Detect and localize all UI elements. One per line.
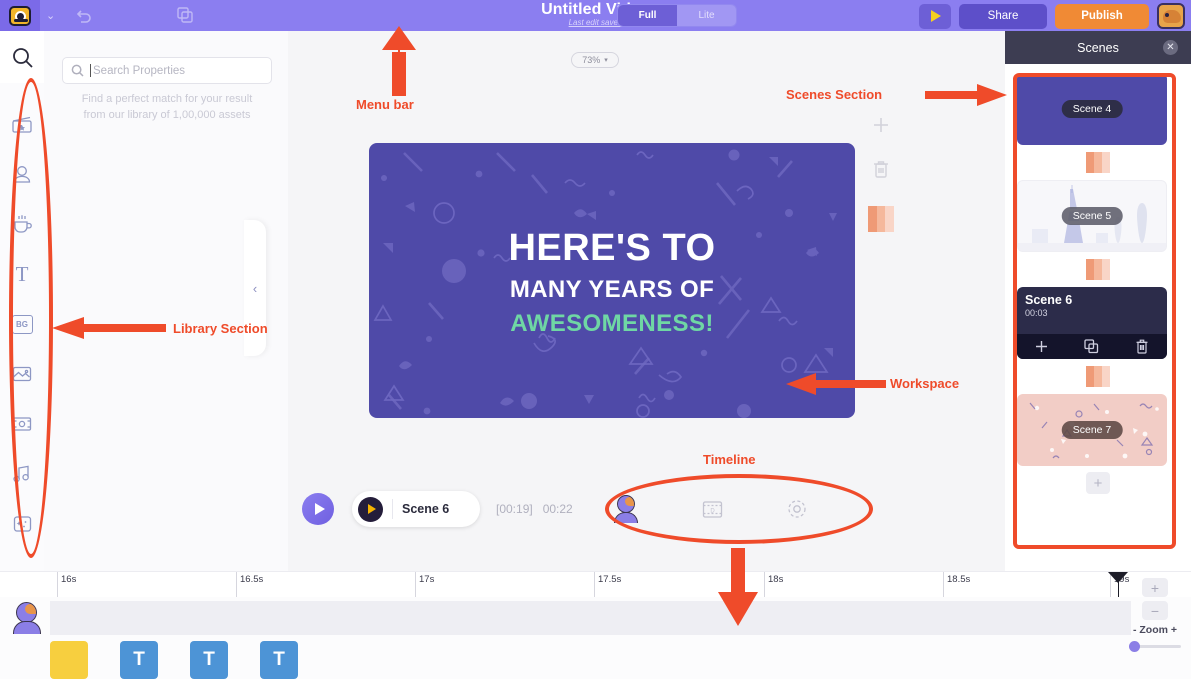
ruler-tick-label: 17.5s — [598, 574, 622, 585]
timeline-clip[interactable] — [50, 641, 88, 679]
canvas-line-2: MANY YEARS OF — [509, 276, 715, 303]
close-icon[interactable]: ✕ — [1163, 40, 1178, 55]
undo-button[interactable] — [55, 0, 111, 31]
annotation-box-scenes — [1013, 73, 1176, 549]
chevron-down-icon[interactable]: ⌄ — [46, 9, 55, 22]
annotation-arrow-timeline — [718, 548, 758, 626]
annotation-timeline: Timeline — [703, 452, 756, 467]
annotation-ellipse-timeline — [605, 474, 873, 544]
ruler-tick-label: 16s — [61, 574, 77, 585]
zoom-plus-label[interactable]: + — [1171, 624, 1177, 636]
timeline-play-button[interactable] — [302, 493, 334, 525]
preview-button[interactable] — [919, 3, 951, 29]
library-hint-line1: Find a perfect match for your result — [81, 93, 253, 105]
zoom-slider[interactable] — [1129, 641, 1181, 652]
timeline-current-time: [00:19] — [496, 502, 533, 516]
ruler-tick-label: 17s — [419, 574, 435, 585]
current-scene-label: Scene 6 — [392, 499, 449, 519]
zoom-label: Zoom — [1139, 624, 1168, 636]
ruler-tick: 18s — [764, 572, 783, 598]
app-header: ⌄ Untitled Video Last edit saved Full Li… — [0, 0, 1191, 31]
chevron-down-icon: ▾ — [604, 57, 608, 64]
timeline-clip[interactable]: T — [190, 641, 228, 679]
zoom-minus-label[interactable]: - — [1133, 624, 1137, 636]
canvas-line-1: HERE'S TO — [508, 227, 716, 269]
ruler-tick: 16.5s — [236, 572, 263, 598]
add-icon[interactable] — [873, 117, 889, 133]
track-lane[interactable] — [50, 601, 1131, 635]
search-icon — [12, 47, 33, 68]
swatch-a — [868, 206, 877, 232]
color-swatch[interactable] — [868, 206, 895, 232]
annotation-scenes-section: Scenes Section — [786, 87, 883, 102]
track-character-avatar[interactable] — [12, 602, 42, 634]
search-properties-box[interactable]: Search Properties — [62, 57, 272, 84]
timeline-ruler[interactable]: 16s 16.5s 17s 17.5s 18s 18.5s 19s — [0, 571, 1191, 679]
play-icon — [314, 503, 325, 515]
sidebar-item-search[interactable] — [0, 31, 44, 83]
timeline-total-time: 00:22 — [542, 502, 573, 516]
library-hint: Find a perfect match for your result fro… — [62, 91, 272, 123]
publish-button[interactable]: Publish — [1055, 3, 1149, 29]
canvas-line-3: AWESOMENESS! — [510, 310, 714, 337]
search-input[interactable]: Search Properties — [93, 65, 185, 77]
share-button[interactable]: Share — [959, 3, 1047, 29]
timeline-tracks: T T T — [0, 597, 1191, 679]
swatch-c — [885, 206, 895, 232]
header-actions: Share Publish — [919, 3, 1185, 29]
brand-icon — [9, 5, 31, 26]
zoom-level-value: 73% — [582, 55, 601, 65]
ruler-tick-label: 18.5s — [947, 574, 971, 585]
swatch-b — [876, 206, 886, 232]
library-hint-line2: from our library of 1,00,000 assets — [83, 109, 251, 121]
text-cursor — [90, 64, 91, 77]
current-scene-pill[interactable]: Scene 6 — [352, 491, 480, 527]
duplicate-button[interactable] — [157, 0, 213, 31]
annotation-workspace: Workspace — [890, 376, 960, 391]
ruler-tick: 17s — [415, 572, 434, 598]
annotation-arrow-menu-bar — [382, 26, 416, 96]
mode-lite-tab[interactable]: Lite — [677, 5, 736, 26]
mode-toggle[interactable]: Full Lite — [617, 4, 737, 27]
app-logo[interactable] — [0, 0, 40, 31]
annotation-arrow-library — [52, 317, 166, 339]
ruler-tick-label: 18s — [768, 574, 784, 585]
scene-play-button[interactable] — [358, 496, 383, 522]
annotation-library-section: Library Section — [173, 321, 268, 336]
timeline-zoom-controls: + − - Zoom + — [1125, 578, 1185, 652]
timeline-clip[interactable]: T — [120, 641, 158, 679]
avatar[interactable] — [1157, 3, 1185, 29]
scenes-header: Scenes ✕ — [1005, 31, 1191, 64]
play-icon — [931, 10, 941, 22]
annotation-menu-bar: Menu bar — [356, 97, 414, 112]
canvas-zoom-selector[interactable]: 73% ▾ — [571, 52, 619, 68]
ruler-tick: 18.5s — [943, 572, 970, 598]
play-icon — [367, 504, 376, 514]
ruler-tick-label: 16.5s — [240, 574, 264, 585]
ruler-tick: 17.5s — [594, 572, 621, 598]
zoom-label-row: - Zoom + — [1125, 624, 1185, 636]
app-root: ⌄ Untitled Video Last edit saved Full Li… — [0, 0, 1191, 679]
chevron-left-icon: ‹ — [252, 280, 258, 296]
annotation-arrow-workspace — [786, 373, 886, 395]
zoom-in-button[interactable]: + — [1142, 578, 1168, 597]
ruler-tick: 16s — [57, 572, 76, 598]
zoom-out-button[interactable]: − — [1142, 601, 1168, 620]
scenes-title: Scenes — [1077, 40, 1119, 55]
mode-full-tab[interactable]: Full — [618, 5, 677, 26]
canvas-side-tools — [866, 117, 896, 232]
search-icon — [71, 64, 84, 77]
annotation-ellipse-library — [9, 78, 53, 558]
zoom-slider-knob[interactable] — [1129, 641, 1140, 652]
timeline-clip[interactable]: T — [260, 641, 298, 679]
delete-icon[interactable] — [872, 160, 890, 179]
annotation-arrow-scenes — [925, 84, 1007, 106]
canvas-headline[interactable]: HERE'S TO MANY YEARS OF AWESOMENESS! — [369, 227, 855, 338]
